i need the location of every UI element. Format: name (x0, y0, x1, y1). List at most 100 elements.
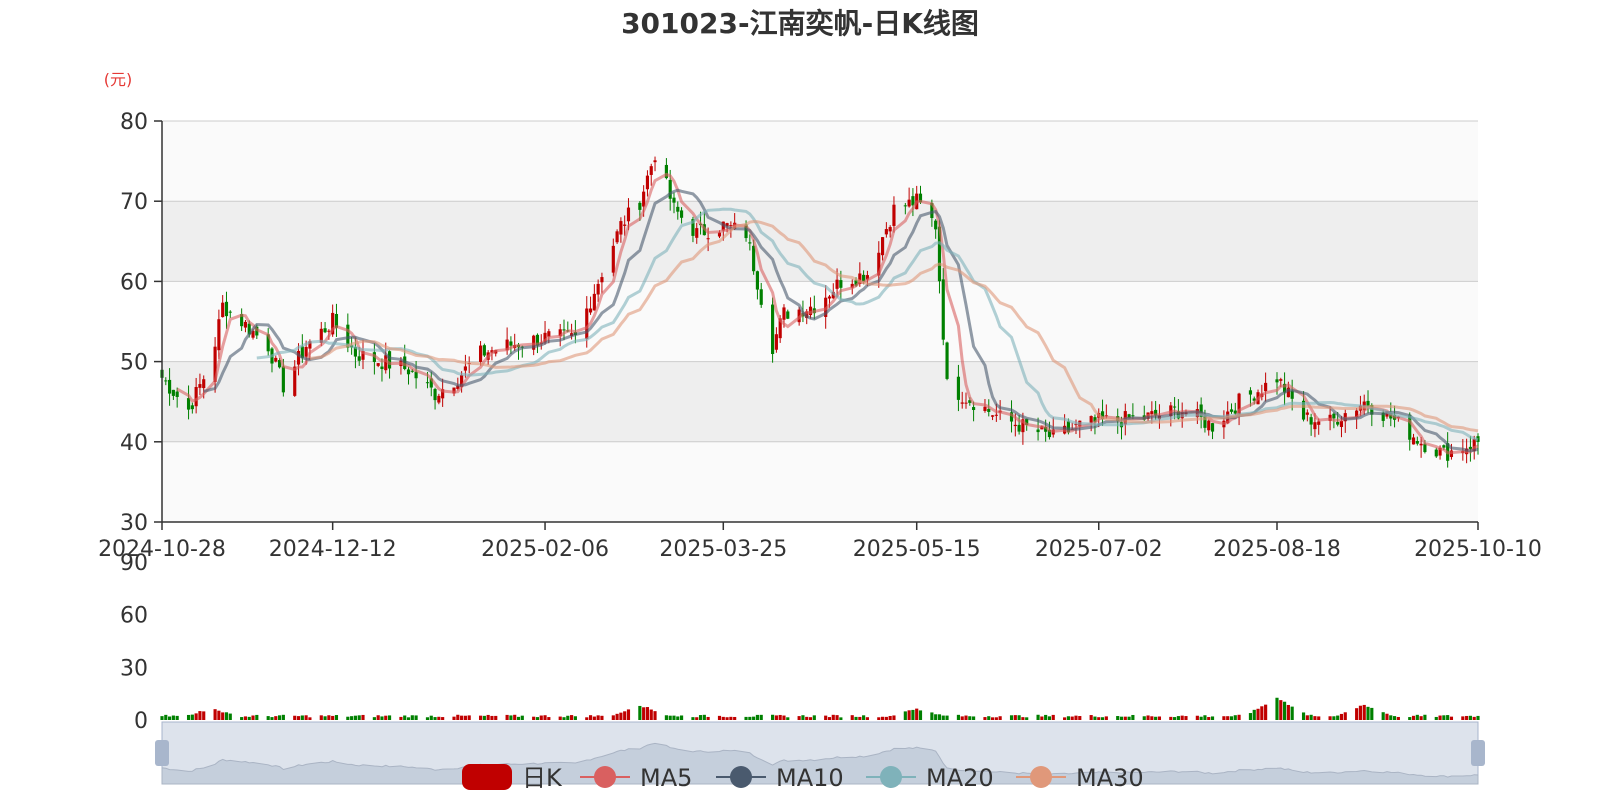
y-tick-label: 80 (120, 110, 148, 135)
volume-bar (664, 715, 668, 720)
volume-bar (755, 714, 760, 720)
volume-bar (960, 716, 964, 720)
volume-bar (535, 717, 540, 720)
volume-bar (592, 716, 596, 720)
volume-bar (1036, 714, 1040, 720)
volume-bar (478, 715, 483, 720)
volume-bar (1472, 716, 1476, 720)
volume-bar (623, 711, 627, 720)
volume-bar (706, 716, 710, 720)
candle-body (414, 371, 418, 379)
candle-body (774, 334, 778, 350)
legend-marker (730, 766, 752, 788)
volume-bar (1233, 715, 1237, 720)
volume-bar (251, 715, 255, 720)
candle-body (956, 376, 961, 400)
candle-body (437, 395, 441, 403)
volume-bar (1332, 716, 1336, 720)
volume-bar (702, 714, 706, 720)
legend-label: 日K (522, 764, 563, 792)
volume-bar (1434, 716, 1438, 720)
volume-bar (1286, 704, 1290, 720)
volume-bar (361, 714, 365, 720)
volume-bar (801, 715, 805, 720)
volume-bar (372, 717, 376, 720)
candle-body (1336, 421, 1340, 425)
volume-bar (175, 715, 179, 720)
volume-bar (1047, 716, 1052, 720)
legend-label: MA30 (1076, 764, 1144, 792)
volume-bar (255, 714, 259, 720)
candle-body (1131, 415, 1135, 417)
volume-bar (1146, 715, 1150, 720)
volume-bar (1381, 712, 1385, 720)
volume-bar (987, 716, 991, 720)
volume-bar (729, 716, 733, 720)
volume-bar (243, 716, 248, 720)
volume-bar (1389, 715, 1393, 720)
legend-label: MA20 (926, 764, 994, 792)
volume-bar (1339, 713, 1344, 720)
volume-bar (1396, 716, 1400, 720)
volume-bar (1207, 717, 1211, 720)
volume-bar (596, 715, 600, 720)
legend-label: MA5 (640, 764, 692, 792)
candle-body (1275, 379, 1279, 383)
volume-bar (558, 716, 562, 720)
volume-bar (429, 715, 433, 720)
x-tick-label: 2025-07-02 (1035, 537, 1163, 562)
volume-bar (1301, 712, 1306, 720)
volume-bar (410, 715, 414, 720)
volume-bar (998, 716, 1002, 720)
volume-bar (1358, 705, 1363, 720)
candle-body (1317, 421, 1321, 425)
volume-bar (281, 714, 285, 720)
candle-body (1173, 406, 1177, 408)
volume-bar (1066, 716, 1070, 720)
candle-body (884, 229, 888, 235)
candle-body (611, 245, 615, 273)
volume-bar (224, 712, 229, 720)
volume-bar (1370, 707, 1374, 720)
zoom-handle-right[interactable] (1471, 740, 1485, 766)
volume-bar (1150, 716, 1154, 720)
volume-bar (972, 716, 976, 720)
volume-bar (346, 716, 350, 720)
volume-bar (725, 717, 729, 720)
volume-bar (482, 715, 486, 720)
volume-bar (915, 708, 919, 720)
volume-bar (323, 716, 327, 720)
price-band (162, 361, 1478, 442)
candle-body (406, 369, 411, 375)
y-tick-label: 60 (120, 270, 148, 295)
volume-bar (888, 715, 892, 720)
candle-body (835, 279, 839, 289)
volume-bar (1089, 715, 1093, 720)
volume-bar (831, 714, 835, 720)
volume-bar (698, 715, 703, 720)
candle-body (228, 311, 232, 313)
volume-bar (240, 717, 244, 720)
volume-bar (691, 717, 695, 720)
candle-body (1248, 390, 1253, 395)
volume-bar (850, 715, 854, 720)
volume-bar (509, 715, 513, 720)
legend-swatch-kline (462, 764, 512, 790)
volume-bar (1013, 715, 1017, 720)
candle-body (202, 379, 206, 389)
candle-body (880, 237, 885, 256)
volume-bar (566, 715, 570, 720)
candle-body (171, 389, 175, 396)
candle-body (585, 308, 589, 339)
volume-bar (520, 715, 524, 720)
candle-body (600, 277, 604, 283)
zoom-handle-left[interactable] (155, 740, 169, 766)
volume-bar (721, 716, 725, 720)
volume-bar (748, 716, 752, 720)
candle-body (478, 345, 483, 362)
volume-bar (1210, 716, 1215, 720)
volume-bar (918, 710, 923, 720)
volume-bar (425, 717, 430, 720)
price-band (162, 441, 1478, 522)
volume-bar (839, 717, 843, 720)
